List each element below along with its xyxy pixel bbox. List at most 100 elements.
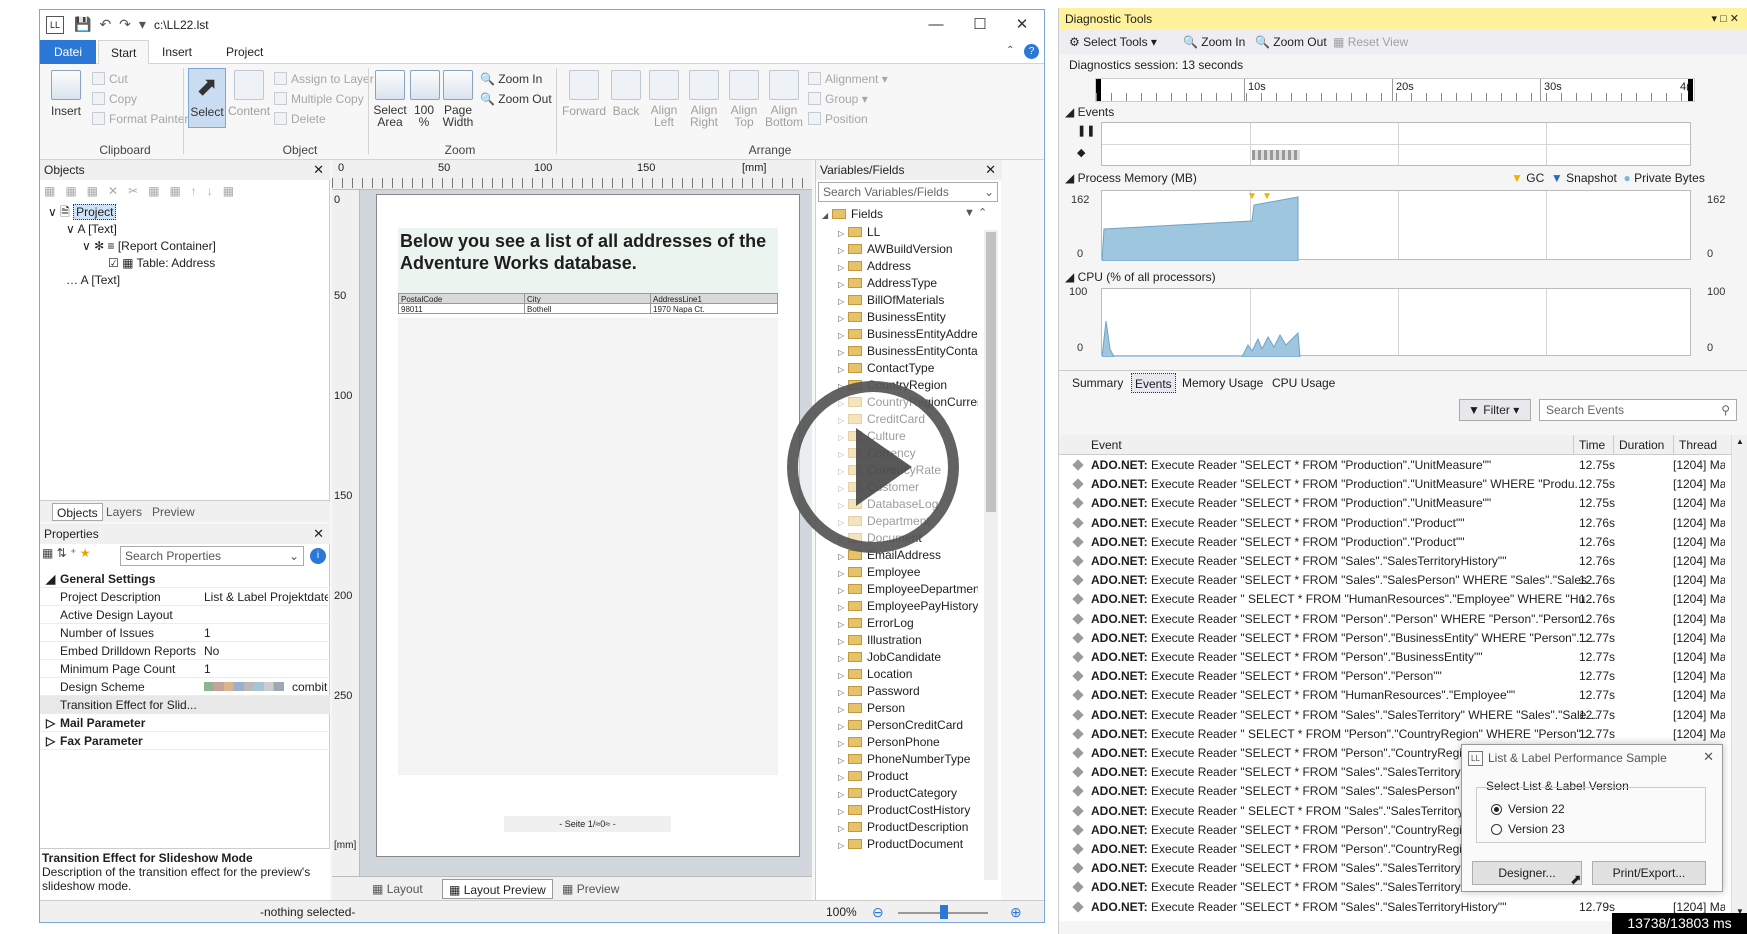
prop-minimum-page-count[interactable]: Minimum Page Count 1 [40,660,330,678]
session-timeline[interactable]: 10s 20s 30s 4( [1095,78,1695,102]
events-section-label[interactable]: ◢ Events [1065,105,1114,119]
table-row[interactable]: ADO.NET: Execute Reader "SELECT * FROM "… [1059,551,1731,571]
zoom-in-button[interactable]: 🔍 Zoom In [480,70,542,88]
align-top-button[interactable]: Align Top [726,68,762,128]
format-painter-button[interactable]: Format Painter [92,110,188,128]
multiple-copy-button[interactable]: Multiple Copy [274,90,364,108]
table-row[interactable]: ADO.NET: Execute Reader "SELECT * FROM "… [1059,609,1731,629]
table-row[interactable]: ADO.NET: Execute Reader " SELECT * FROM … [1059,724,1731,744]
zoom-in-circle-icon[interactable]: ⊕ [1010,901,1022,922]
field-item[interactable]: ▷ JobCandidate [838,649,978,666]
close-button[interactable]: ✕ [1002,14,1042,36]
fields-root[interactable]: ◢ Fields [822,206,962,223]
align-right-button[interactable]: Align Right [684,68,724,128]
field-item[interactable]: ▷ Person [838,700,978,717]
field-item[interactable]: ▷EmployeeDepartmentHistory [838,581,978,598]
column-duration[interactable]: Duration [1619,435,1664,455]
align-bottom-button[interactable]: Align Bottom [764,68,804,128]
report-container-area[interactable] [398,318,778,775]
column-thread[interactable]: Thread [1679,435,1717,455]
tab-memory-usage[interactable]: Memory Usage [1179,373,1266,393]
delete-button[interactable]: Delete [274,110,326,128]
field-item[interactable]: ▷ ErrorLog [838,615,978,632]
close-icon[interactable]: ✕ [313,160,324,180]
help-icon[interactable]: ? [1024,44,1039,59]
select-button[interactable]: ⬈ Select [188,68,226,128]
prop-transition-effect[interactable]: Transition Effect for Slid... [40,696,330,714]
category-mail-parameter[interactable]: ▷ Mail Parameter [40,714,330,732]
field-item[interactable]: ▷ LL [838,224,978,241]
zoom-100-button[interactable]: 100 % [410,68,440,128]
table-row[interactable]: ADO.NET: Execute Reader "SELECT * FROM "… [1059,647,1731,667]
content-button[interactable]: Content [228,68,270,118]
undo-icon[interactable]: ↶ [99,16,111,33]
properties-search-input[interactable]: Search Properties ⌄ [120,546,304,566]
redo-icon[interactable]: ↷ [119,16,131,33]
field-item[interactable]: ▷ ProductDescription [838,819,978,836]
customize-qat-icon[interactable]: ▾ [139,16,146,33]
tree-item-table-address[interactable]: ☑ ▦ Table: Address [108,255,215,272]
copy-button[interactable]: Copy [92,90,137,108]
prop-design-scheme[interactable]: Design Scheme combit [40,678,330,696]
table-row[interactable]: ADO.NET: Execute Reader "SELECT * FROM "… [1059,685,1731,705]
field-item[interactable]: ▷ PersonCreditCard [838,717,978,734]
prop-embed-drilldown[interactable]: Embed Drilldown Reports No [40,642,330,660]
field-item[interactable]: ▷ Location [838,666,978,683]
print-export-button[interactable]: Print/Export... [1592,861,1706,885]
table-row[interactable]: ADO.NET: Execute Reader " SELECT * FROM … [1059,589,1731,609]
column-time[interactable]: Time [1579,435,1605,455]
tab-summary[interactable]: Summary [1069,373,1126,393]
field-item[interactable]: ▷ PersonPhone [838,734,978,751]
tree-item-project[interactable]: ∨ 🗎 Project [48,204,117,221]
field-item[interactable]: ▷ BillOfMaterials [838,292,978,309]
category-fax-parameter[interactable]: ▷ Fax Parameter [40,732,330,750]
field-item[interactable]: ▷ BusinessEntityContact [838,343,978,360]
memory-section-label[interactable]: ◢ Process Memory (MB) [1065,171,1197,185]
fields-scrollbar[interactable] [984,230,998,880]
tab-preview-panel[interactable]: Preview [148,503,199,521]
memory-graph[interactable]: ▼ ▼ [1101,190,1691,261]
align-left-button[interactable]: Align Left [646,68,682,128]
field-item[interactable]: ▷ BusinessEntity [838,309,978,326]
table-row[interactable]: ADO.NET: Execute Reader "SELECT * FROM "… [1059,513,1731,533]
page-text-object[interactable]: Below you see a list of all addresses of… [398,228,778,298]
cpu-graph[interactable] [1101,288,1691,357]
field-item[interactable]: ▷ AWBuildVersion [838,241,978,258]
table-row[interactable]: ADO.NET: Execute Reader "SELECT * FROM "… [1059,493,1731,513]
close-icon[interactable]: ✕ [313,524,324,544]
diag-zoom-in-button[interactable]: 🔍 Zoom In [1183,30,1245,54]
insert-button[interactable]: Insert [46,68,86,118]
tab-datei[interactable]: Datei [40,40,96,64]
field-item[interactable]: ▷ AddressType [838,275,978,292]
events-scrollbar[interactable]: ▲ ▼ [1731,435,1747,921]
tree-item-text[interactable]: ∨ A [Text] [66,221,117,238]
zoom-slider-thumb[interactable] [940,905,948,919]
tab-start[interactable]: Start [98,40,150,65]
address-table[interactable]: PostalCode City AddressLine1 98011 Bothe… [398,293,778,315]
field-item[interactable]: ▷ EmployeePayHistory [838,598,978,615]
tab-cpu-usage[interactable]: CPU Usage [1269,373,1338,393]
field-item[interactable]: ▷ Employee [838,564,978,581]
diag-zoom-out-button[interactable]: 🔍 Zoom Out [1255,30,1327,54]
zoom-out-circle-icon[interactable]: ⊖ [872,901,884,922]
tab-preview[interactable]: ▦ Preview [556,879,625,899]
close-icon[interactable]: ✕ [985,160,996,180]
table-row[interactable]: ADO.NET: Execute Reader "SELECT * FROM "… [1059,705,1731,725]
field-item[interactable]: ▷ BusinessEntityAddress [838,326,978,343]
alignment-button[interactable]: Alignment ▾ [808,70,888,88]
prop-active-design-layout[interactable]: Active Design Layout [40,606,330,624]
radio-version-22[interactable]: Version 22 [1491,802,1565,816]
tab-layers[interactable]: Layers [102,503,146,521]
column-event[interactable]: Event [1091,435,1122,455]
select-area-button[interactable]: Select Area [372,68,408,128]
field-item[interactable]: ▷ Illustration [838,632,978,649]
table-row[interactable]: ADO.NET: Execute Reader "SELECT * FROM "… [1059,628,1731,648]
table-row[interactable]: ADO.NET: Execute Reader "SELECT * FROM "… [1059,474,1731,494]
save-icon[interactable]: 💾 [74,16,91,33]
scroll-up-icon[interactable]: ▲ [1736,437,1744,446]
prop-project-description[interactable]: Project Description List & Label Projektd… [40,588,330,606]
tree-item-text-2[interactable]: … A [Text] [66,272,120,289]
group-button[interactable]: Group ▾ [808,90,868,108]
radio-version-23[interactable]: Version 23 [1491,822,1565,836]
tab-objects[interactable]: Objects [52,503,103,521]
